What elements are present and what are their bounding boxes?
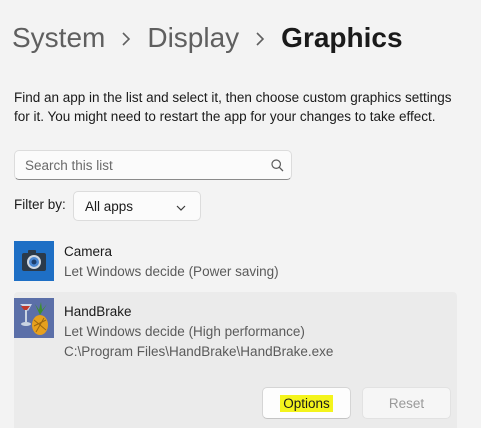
filter-label: Filter by: xyxy=(14,197,66,212)
app-preference: Let Windows decide (Power saving) xyxy=(64,264,279,279)
breadcrumb-system[interactable]: System xyxy=(12,18,105,58)
page-description: Find an app in the list and select it, t… xyxy=(14,90,452,124)
app-name: HandBrake xyxy=(64,304,132,319)
handbrake-icon xyxy=(14,298,54,338)
chevron-down-icon xyxy=(176,199,186,214)
page-title: Graphics xyxy=(281,22,403,53)
app-preference: Let Windows decide (High performance) xyxy=(64,324,305,339)
app-list-item-handbrake[interactable]: HandBrake Let Windows decide (High perfo… xyxy=(14,292,457,428)
camera-icon xyxy=(14,241,54,281)
chevron-right-icon xyxy=(105,18,147,58)
breadcrumb-display[interactable]: Display xyxy=(147,18,239,58)
reset-button-label: Reset xyxy=(388,395,425,411)
chevron-right-icon xyxy=(239,18,281,58)
search-box[interactable] xyxy=(14,150,292,180)
options-button-label: Options xyxy=(280,394,333,412)
search-input[interactable] xyxy=(15,156,263,174)
app-path: C:\Program Files\HandBrake\HandBrake.exe xyxy=(64,344,334,359)
app-name: Camera xyxy=(64,244,113,259)
breadcrumb: System Display Graphics xyxy=(12,18,403,58)
app-list-item-camera[interactable]: Camera Let Windows decide (Power saving) xyxy=(14,237,457,287)
search-icon[interactable] xyxy=(263,158,291,172)
reset-button[interactable]: Reset xyxy=(362,387,451,419)
options-button[interactable]: Options xyxy=(262,387,351,419)
filter-dropdown[interactable]: All apps xyxy=(73,191,201,221)
filter-selected-value: All apps xyxy=(85,198,134,214)
